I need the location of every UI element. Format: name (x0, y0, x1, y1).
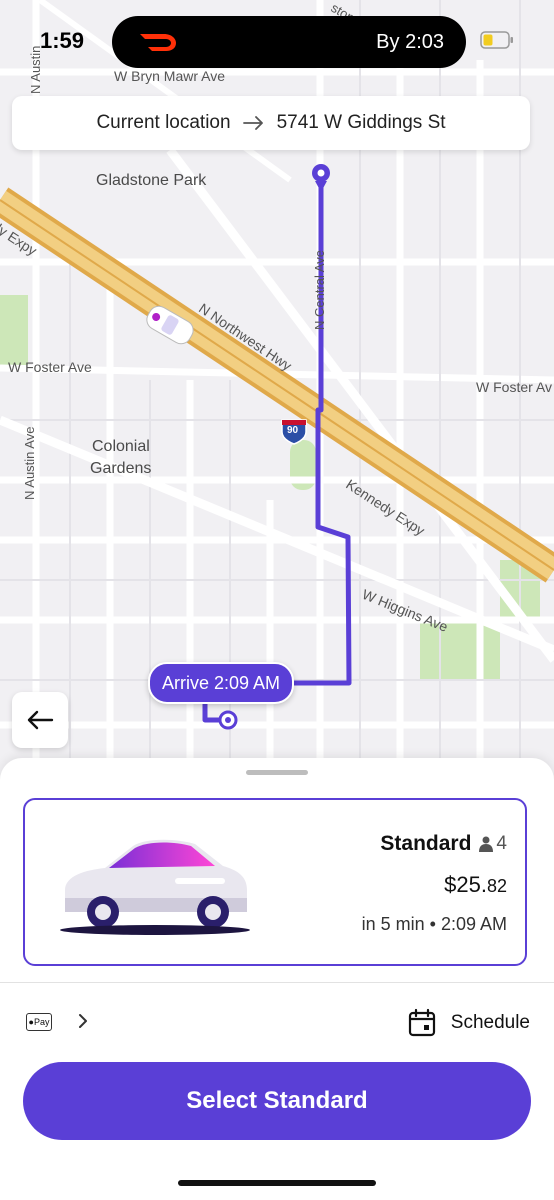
payment-row: ● Pay Schedule (0, 998, 554, 1048)
destination-label: 5741 W Giddings St (276, 112, 446, 133)
street-label: N Central Ave (312, 250, 327, 330)
ride-options-sheet: Standard 4 $25.82 in 5 min • 2:09 AM ● Pa… (0, 758, 554, 1200)
schedule-label: Schedule (450, 1012, 530, 1033)
arrow-right-icon (242, 116, 263, 130)
chevron-right-icon[interactable] (76, 1012, 90, 1030)
interstate-label: 90 (287, 425, 299, 436)
home-indicator (178, 1180, 376, 1186)
park-label: Gladstone Park (96, 172, 207, 189)
payment-method-label: Pay (33, 1017, 50, 1027)
price-cents: 82 (486, 876, 507, 896)
person-icon (479, 836, 494, 852)
back-button[interactable] (12, 692, 68, 748)
car-illustration-icon (60, 839, 250, 935)
neighborhood-label: Gardens (90, 460, 152, 477)
calendar-icon (408, 1008, 435, 1037)
status-bar: 1:59 By 2:03 (0, 0, 554, 80)
payment-method[interactable]: ● Pay (26, 1013, 52, 1031)
seat-count: 4 (496, 833, 507, 854)
ride-title: Standard 4 (380, 832, 507, 856)
ride-eta: in 5 min • 2:09 AM (361, 914, 507, 934)
ride-name: Standard (380, 832, 472, 855)
street-label: W Foster Ave (8, 359, 92, 375)
schedule-button[interactable]: Schedule (407, 1008, 530, 1038)
street-label: N Austin Ave (22, 426, 37, 500)
ride-option-standard[interactable]: Standard 4 $25.82 in 5 min • 2:09 AM (23, 798, 527, 966)
street-label: W Foster Av (476, 379, 552, 395)
ride-price: $25.82 (444, 872, 507, 898)
select-ride-button[interactable]: Select Standard (23, 1062, 531, 1140)
arrow-left-icon (27, 710, 54, 730)
route-summary[interactable]: Current location 5741 W Giddings St (12, 96, 530, 150)
arrival-time-label: Arrive 2:09 AM (148, 662, 295, 704)
doordash-logo-icon (140, 34, 176, 51)
sheet-drag-handle[interactable] (246, 770, 308, 775)
divider (0, 982, 554, 983)
origin-label: Current location (96, 112, 231, 133)
neighborhood-label: Colonial (92, 438, 150, 455)
live-activity-island[interactable]: By 2:03 (112, 16, 466, 68)
live-activity-eta: By 2:03 (376, 31, 444, 53)
status-time: 1:59 (40, 28, 85, 53)
price-dollars: $25. (444, 872, 487, 897)
battery-icon (480, 31, 513, 49)
